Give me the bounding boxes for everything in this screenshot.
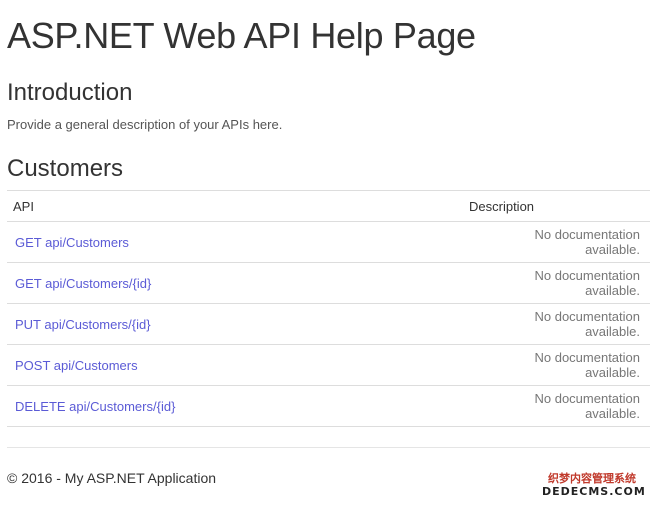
customers-api-table: API Description GET api/Customers No doc… bbox=[7, 190, 650, 427]
column-header-description: Description bbox=[469, 190, 650, 222]
watermark-logo: 织梦内容管理系统 DEDECMS.COM bbox=[542, 472, 646, 498]
description-cell: No documentation available. bbox=[469, 385, 650, 427]
watermark-line-en: DEDECMS.COM bbox=[542, 485, 646, 498]
api-link-get-customers[interactable]: GET api/Customers bbox=[15, 235, 129, 250]
api-cell: PUT api/Customers/{id} bbox=[7, 303, 469, 345]
table-row: POST api/Customers No documentation avai… bbox=[7, 344, 650, 386]
api-link-post-customers[interactable]: POST api/Customers bbox=[15, 358, 138, 373]
api-link-get-customer-by-id[interactable]: GET api/Customers/{id} bbox=[15, 276, 151, 291]
api-cell: GET api/Customers bbox=[7, 221, 469, 263]
table-row: GET api/Customers/{id} No documentation … bbox=[7, 262, 650, 304]
table-header-row: API Description bbox=[7, 190, 650, 222]
description-cell: No documentation available. bbox=[469, 344, 650, 386]
api-link-delete-customer-by-id[interactable]: DELETE api/Customers/{id} bbox=[15, 399, 175, 414]
watermark-line-cn: 织梦内容管理系统 bbox=[548, 472, 636, 485]
footer-divider bbox=[7, 447, 650, 448]
footer-copyright: © 2016 - My ASP.NET Application bbox=[7, 470, 217, 486]
api-cell: POST api/Customers bbox=[7, 344, 469, 386]
column-header-api: API bbox=[7, 190, 469, 222]
table-row: PUT api/Customers/{id} No documentation … bbox=[7, 303, 650, 345]
api-cell: GET api/Customers/{id} bbox=[7, 262, 469, 304]
description-cell: No documentation available. bbox=[469, 303, 650, 345]
introduction-text: Provide a general description of your AP… bbox=[7, 117, 283, 132]
description-cell: No documentation available. bbox=[469, 221, 650, 263]
table-row: GET api/Customers No documentation avail… bbox=[7, 221, 650, 263]
introduction-heading: Introduction bbox=[7, 79, 133, 106]
api-link-put-customer-by-id[interactable]: PUT api/Customers/{id} bbox=[15, 317, 151, 332]
customers-heading: Customers bbox=[7, 155, 124, 182]
table-row: DELETE api/Customers/{id} No documentati… bbox=[7, 385, 650, 427]
api-cell: DELETE api/Customers/{id} bbox=[7, 385, 469, 427]
description-cell: No documentation available. bbox=[469, 262, 650, 304]
page-title: ASP.NET Web API Help Page bbox=[7, 15, 476, 56]
